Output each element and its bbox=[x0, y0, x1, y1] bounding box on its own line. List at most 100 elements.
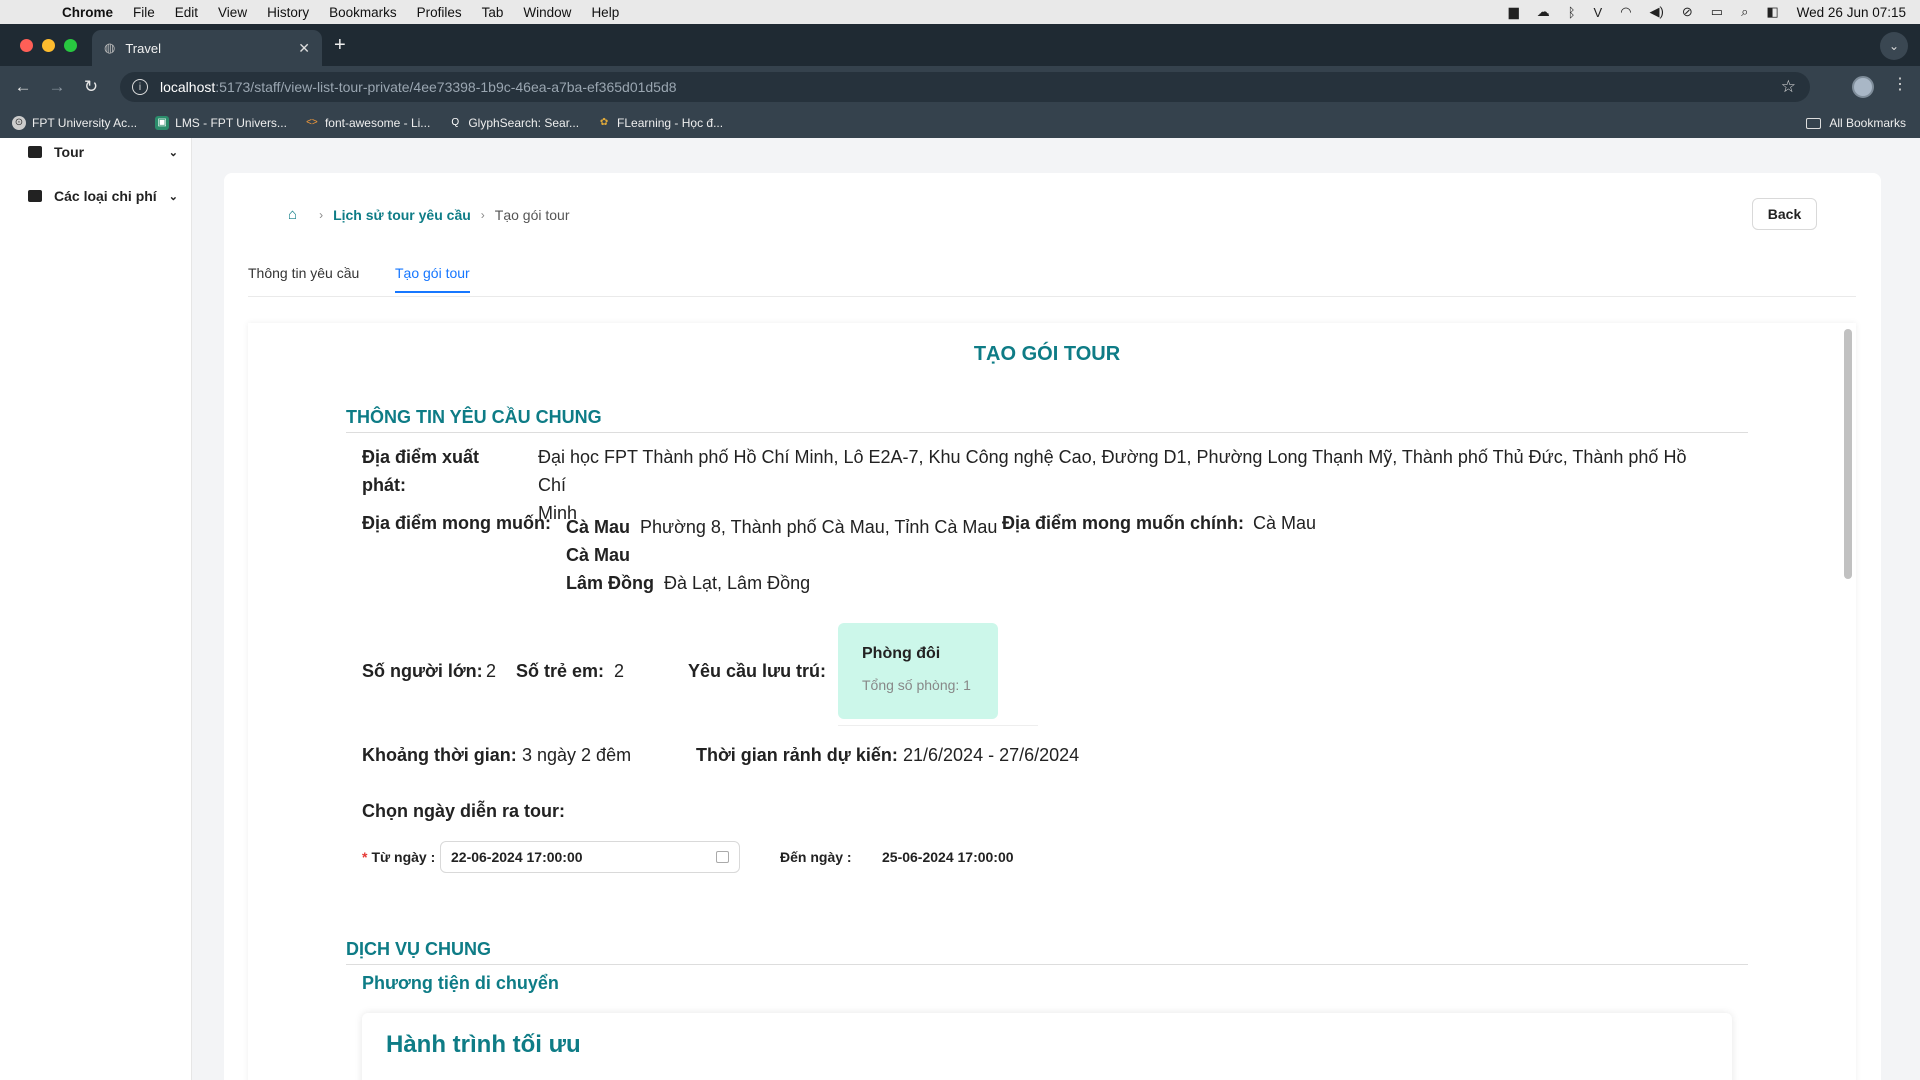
divider bbox=[838, 725, 1038, 726]
bookmark-label: FLearning - Học đ... bbox=[617, 116, 724, 130]
forward-arrow-icon[interactable]: → bbox=[40, 77, 74, 97]
tab-create-package[interactable]: Tạo gói tour bbox=[395, 265, 470, 293]
required-mark: * bbox=[362, 849, 368, 865]
sidebar: Tour ⌄ Các loại chi phí ⌄ bbox=[0, 138, 192, 1080]
menu-edit[interactable]: Edit bbox=[165, 5, 208, 20]
browser-toolbar: ← → ↻ i localhost:5173/staff/view-list-t… bbox=[0, 66, 1920, 108]
to-date-label-text: Đến ngày bbox=[780, 849, 844, 865]
from-date-input[interactable]: 22-06-2024 17:00:00 bbox=[440, 841, 740, 873]
menu-profiles[interactable]: Profiles bbox=[407, 5, 472, 20]
site-info-icon[interactable]: i bbox=[132, 79, 148, 95]
menu-view[interactable]: View bbox=[208, 5, 257, 20]
sidebar-item-label: Tour bbox=[54, 144, 85, 160]
browser-tab[interactable]: ◍ Travel ✕ bbox=[92, 30, 322, 66]
browser-tab-strip: ◍ Travel ✕ + ⌄ bbox=[0, 24, 1920, 66]
menu-window[interactable]: Window bbox=[513, 5, 581, 20]
free-time-value: 21/6/2024 - 27/6/2024 bbox=[903, 745, 1080, 765]
free-time-label: Thời gian rảnh dự kiến: bbox=[696, 745, 898, 765]
bookmark-item[interactable]: ▣ LMS - FPT Univers... bbox=[155, 116, 287, 130]
duration-value: 3 ngày 2 đêm bbox=[522, 745, 632, 765]
new-tab-button[interactable]: + bbox=[334, 34, 346, 57]
scrollbar-thumb[interactable] bbox=[1844, 329, 1852, 579]
adults-label: Số người lớn: bbox=[362, 661, 483, 681]
room-total: Tổng số phòng: 1 bbox=[862, 677, 971, 693]
menu-history[interactable]: History bbox=[257, 5, 319, 20]
sidebar-item-costs[interactable]: Các loại chi phí ⌄ bbox=[28, 188, 178, 204]
desired-location-detail: Đà Lạt, Lâm Đồng bbox=[664, 573, 811, 593]
menu-tab[interactable]: Tab bbox=[472, 5, 514, 20]
browser-tab-title: Travel bbox=[125, 40, 161, 56]
chrome-menu-icon[interactable]: ⋮ bbox=[1892, 74, 1908, 94]
breadcrumb: ⌂ › Lịch sử tour yêu cầu › Tạo gói tour bbox=[288, 206, 570, 223]
fpt-icon: ⊙ bbox=[12, 116, 26, 130]
stay-label: Yêu cầu lưu trú: bbox=[688, 661, 827, 681]
address-bar[interactable]: i localhost:5173/staff/view-list-tour-pr… bbox=[120, 72, 1810, 102]
minimize-window-button[interactable] bbox=[42, 39, 55, 52]
vpn-icon[interactable]: V bbox=[1594, 5, 1603, 20]
chevron-down-icon: ⌄ bbox=[168, 146, 178, 159]
search-icon[interactable]: ⌕ bbox=[1741, 4, 1748, 20]
bluetooth-icon[interactable]: ᛒ bbox=[1568, 5, 1576, 20]
reload-icon[interactable]: ↻ bbox=[74, 77, 108, 97]
cloud-icon[interactable]: ☁ bbox=[1537, 4, 1550, 20]
sidebar-item-label: Các loại chi phí bbox=[54, 188, 157, 204]
bookmark-item[interactable]: ✿ FLearning - Học đ... bbox=[597, 116, 723, 130]
bookmark-item[interactable]: <> font-awesome - Li... bbox=[305, 116, 430, 130]
children-value: 2 bbox=[614, 661, 625, 681]
profile-avatar[interactable] bbox=[1852, 76, 1874, 98]
wifi-icon[interactable]: ◠ bbox=[1620, 4, 1631, 20]
close-tab-icon[interactable]: ✕ bbox=[298, 40, 310, 57]
to-date-value: 25-06-2024 17:00:00 bbox=[882, 849, 1014, 865]
close-window-button[interactable] bbox=[20, 39, 33, 52]
tab-request-info[interactable]: Thông tin yêu cầu bbox=[248, 265, 359, 291]
tab-search-button[interactable]: ⌄ bbox=[1880, 32, 1908, 60]
choose-date-label: Chọn ngày diễn ra tour: bbox=[362, 801, 566, 821]
folder-icon bbox=[1806, 117, 1822, 129]
zoom-window-button[interactable] bbox=[64, 39, 77, 52]
bookmark-star-icon[interactable]: ☆ bbox=[1781, 77, 1796, 97]
menu-help[interactable]: Help bbox=[581, 5, 629, 20]
menu-bookmarks[interactable]: Bookmarks bbox=[319, 5, 407, 20]
calendar-icon[interactable] bbox=[716, 851, 729, 863]
control-center-icon[interactable]: ◧ bbox=[1766, 4, 1778, 20]
glyph-search-icon: Q bbox=[451, 117, 460, 128]
menu-app-name[interactable]: Chrome bbox=[52, 5, 123, 20]
optimal-route-card: Hành trình tối ưu bbox=[362, 1013, 1732, 1080]
menubar-clock[interactable]: Wed 26 Jun 07:15 bbox=[1797, 5, 1906, 20]
from-date-label-text: Từ ngày bbox=[371, 849, 427, 865]
back-button[interactable]: Back bbox=[1752, 198, 1817, 230]
transport-heading: Phương tiện di chuyển bbox=[362, 973, 559, 993]
section-services-heading: DỊCH VỤ CHUNG bbox=[346, 939, 1748, 965]
bookmark-label: LMS - FPT Univers... bbox=[175, 116, 287, 130]
breadcrumb-current: Tạo gói tour bbox=[494, 206, 570, 223]
wifi-off-icon[interactable]: ⊘ bbox=[1682, 4, 1693, 20]
room-request-card: Phòng đôi Tổng số phòng: 1 bbox=[838, 623, 998, 719]
menu-file[interactable]: File bbox=[123, 5, 165, 20]
back-arrow-icon[interactable]: ← bbox=[6, 77, 40, 97]
keyboard-icon[interactable]: ▭ bbox=[1711, 4, 1723, 20]
desired-location-name: Cà Mau bbox=[566, 517, 631, 537]
inner-scrollbar[interactable] bbox=[1844, 323, 1852, 1080]
desired-location-item: Lâm Đồng Đà Lạt, Lâm Đồng bbox=[566, 569, 997, 597]
page-title: TẠO GÓI TOUR bbox=[973, 343, 1121, 365]
volume-icon[interactable]: ◀) bbox=[1650, 4, 1664, 20]
docker-icon[interactable]: ▆ bbox=[1509, 4, 1519, 20]
breadcrumb-separator: › bbox=[480, 207, 485, 222]
bus-icon bbox=[28, 146, 42, 158]
page-tabs: Thông tin yêu cầu Tạo gói tour bbox=[248, 265, 1856, 297]
departure-label: Địa điểm xuất phát: bbox=[362, 443, 479, 499]
room-type: Phòng đôi bbox=[862, 645, 941, 662]
bookmark-item[interactable]: Q GlyphSearch: Sear... bbox=[448, 116, 579, 130]
desired-location-detail: Phường 8, Thành phố Cà Mau, Tỉnh Cà Mau bbox=[640, 517, 998, 537]
all-bookmarks-button[interactable]: All Bookmarks bbox=[1806, 116, 1906, 130]
home-icon[interactable]: ⌂ bbox=[288, 206, 297, 223]
bookmark-item[interactable]: ⊙ FPT University Ac... bbox=[12, 116, 137, 130]
code-icon: <> bbox=[306, 117, 318, 128]
create-package-panel: TẠO GÓI TOUR THÔNG TIN YÊU CẦU CHUNG Địa… bbox=[248, 323, 1856, 1080]
money-icon bbox=[28, 190, 42, 202]
globe-icon: ◍ bbox=[104, 40, 116, 55]
url-path: :5173/staff/view-list-tour-private/4ee73… bbox=[215, 79, 677, 95]
sidebar-item-tour[interactable]: Tour ⌄ bbox=[28, 144, 178, 160]
breadcrumb-link-history[interactable]: Lịch sử tour yêu cầu bbox=[333, 207, 471, 223]
url-host: localhost bbox=[160, 79, 216, 95]
